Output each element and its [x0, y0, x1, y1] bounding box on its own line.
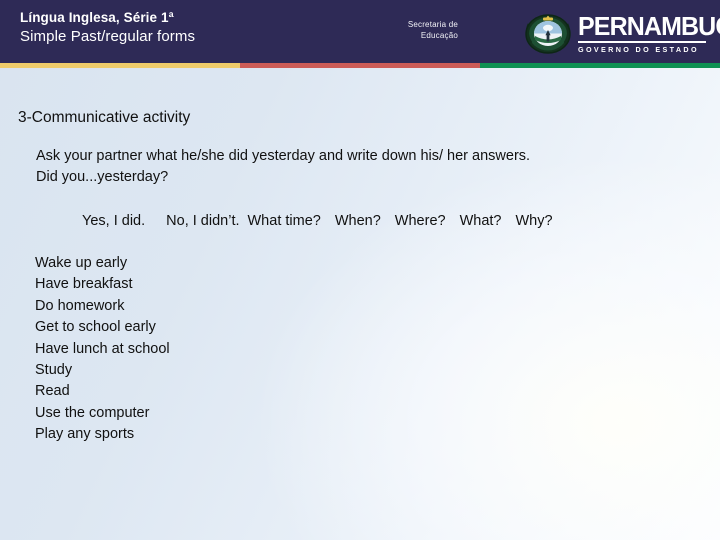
- accent-stripe-green: [480, 63, 720, 68]
- lesson-subtitle: Simple Past/regular forms: [20, 28, 196, 45]
- secretaria-educacao-label: Secretaria de Educação: [408, 20, 458, 41]
- answer-negative: No, I didn’t.: [166, 213, 240, 229]
- list-item: Have breakfast: [35, 276, 133, 293]
- course-title: Língua Inglesa, Série 1ª: [20, 10, 174, 25]
- question-word-what-time: What time?: [247, 213, 321, 229]
- header-title-block: Língua Inglesa, Série 1ª Simple Past/reg…: [20, 9, 195, 47]
- instruction-line-2: Did you...yesterday?: [36, 169, 169, 185]
- accent-stripe: [0, 63, 720, 68]
- question-word-why: Why?: [515, 213, 553, 229]
- slide: Língua Inglesa, Série 1ª Simple Past/reg…: [0, 0, 720, 540]
- list-item: Have lunch at school: [35, 340, 170, 357]
- list-item: Read: [35, 383, 70, 400]
- answers-and-questions-row: Yes, I did. No, I didn’t. What time? Whe…: [82, 211, 553, 231]
- accent-stripe-yellow: [0, 63, 240, 68]
- accent-stripe-red: [240, 63, 480, 68]
- secretaria-line-2: Educação: [420, 30, 458, 40]
- section-heading: 3-Communicative activity: [18, 109, 191, 126]
- question-word-when: When?: [334, 213, 381, 229]
- list-item: Wake up early: [35, 255, 128, 271]
- instruction-line-1: Ask your partner what he/she did yesterd…: [36, 148, 531, 164]
- slide-header: Língua Inglesa, Série 1ª Simple Past/reg…: [0, 0, 720, 63]
- list-item: Use the computer: [35, 404, 150, 421]
- list-item: Get to school early: [35, 319, 156, 336]
- list-item: Play any sports: [35, 426, 135, 443]
- answer-affirmative: Yes, I did.: [82, 213, 146, 229]
- state-name: PERNAMBUCO: [578, 13, 720, 41]
- activities-list: Wake up early Have breakfast Do homework…: [35, 253, 170, 446]
- pernambuco-wordmark: PERNAMBUCO GOVERNO DO ESTADO: [578, 13, 720, 55]
- question-word-where: Where?: [394, 213, 446, 229]
- wordmark-divider: [578, 41, 706, 43]
- pernambuco-coat-of-arms-icon: [522, 10, 574, 56]
- instructions-block: Ask your partner what he/she did yesterd…: [36, 146, 676, 188]
- list-item: Do homework: [35, 297, 125, 314]
- list-item: Study: [35, 362, 73, 379]
- question-word-what: What?: [459, 213, 502, 229]
- secretaria-line-1: Secretaria de: [407, 20, 458, 29]
- state-subtitle: GOVERNO DO ESTADO: [578, 45, 699, 54]
